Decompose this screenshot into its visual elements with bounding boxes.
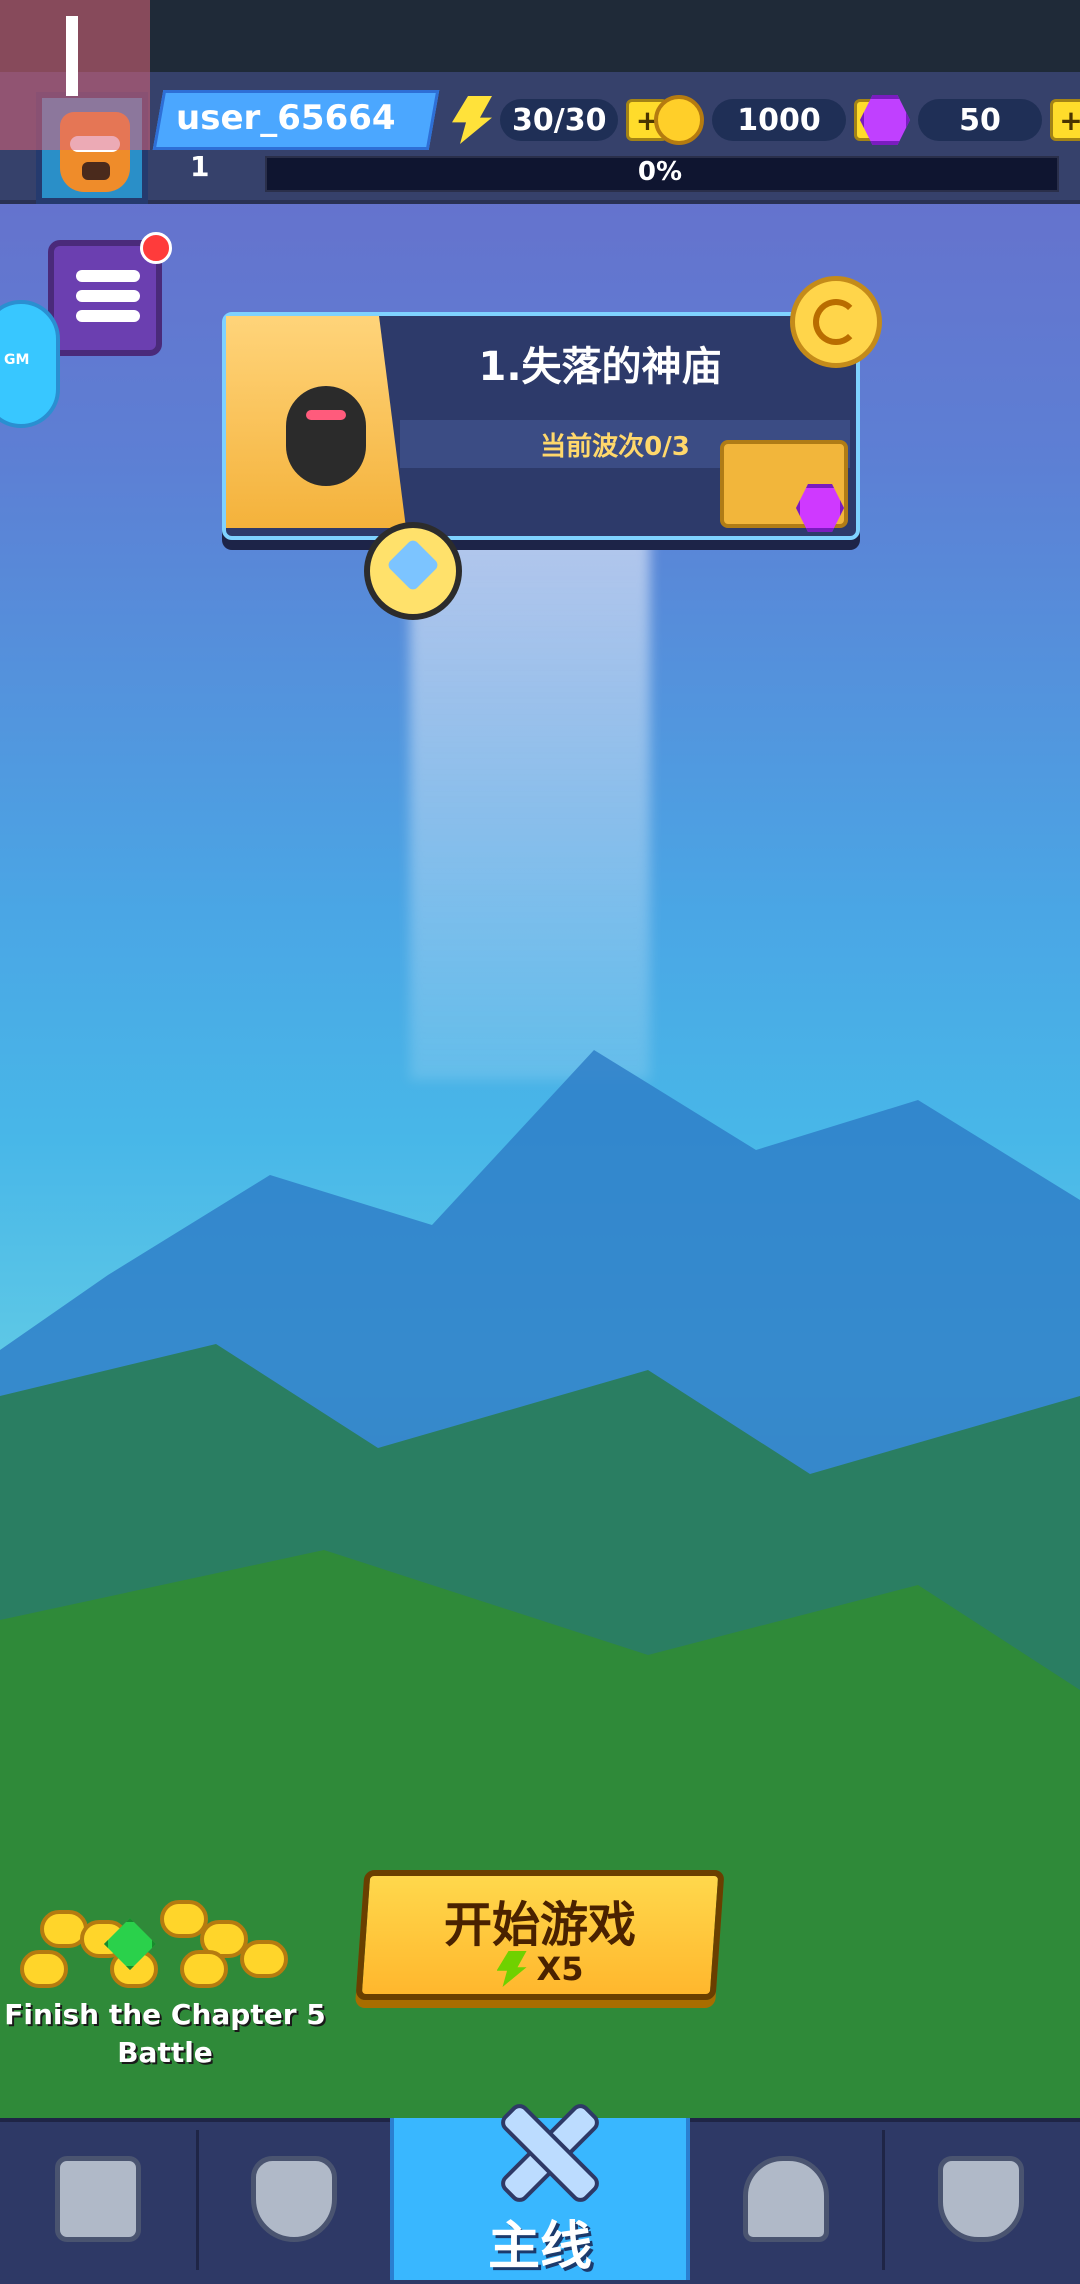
battle-medal-icon [364, 522, 462, 620]
dungeon-gate-icon [743, 2156, 829, 2242]
coin-icon [240, 1940, 288, 1978]
gm-label: GM [4, 352, 30, 368]
avatar-mouth-icon [82, 162, 110, 180]
refresh-button[interactable] [790, 276, 882, 368]
chest-icon [55, 2156, 141, 2242]
debug-marker [66, 16, 78, 96]
gem-counter: 50 + [860, 95, 1080, 145]
nav-main-label: 主线 [487, 2217, 592, 2277]
coin-icon [180, 1950, 228, 1988]
coin-value: 1000 [712, 99, 846, 141]
nav-tab-trophy[interactable] [882, 2118, 1080, 2280]
player-level: 1 [190, 150, 210, 183]
coin-icon [654, 95, 704, 145]
add-gems-button[interactable]: + [1050, 99, 1080, 141]
boss-portrait [226, 316, 406, 528]
chapter-reward-text: Finish the Chapter 5 Battle [4, 1998, 326, 2069]
username: user_65664 [176, 98, 396, 138]
nav-tab-chest[interactable] [0, 2118, 196, 2280]
refresh-icon [813, 299, 859, 345]
notification-dot [140, 232, 172, 264]
xp-percent: 0% [637, 157, 683, 187]
start-cost-label: X5 [536, 1950, 584, 1988]
gem-icon [860, 95, 910, 145]
start-game-label: 开始游戏 [443, 1897, 636, 1953]
shield-icon [251, 2156, 337, 2242]
energy-lightning-icon [452, 96, 492, 144]
gem-value: 50 [918, 99, 1042, 141]
energy-lightning-icon [496, 1951, 527, 1987]
trophy-icon [938, 2156, 1024, 2242]
boss-mask-icon [286, 386, 366, 486]
coin-icon [20, 1950, 68, 1988]
list-icon [76, 270, 140, 330]
status-strip [0, 0, 1080, 72]
crossed-swords-icon [490, 2094, 604, 2207]
nav-tab-dungeon[interactable] [690, 2118, 882, 2280]
nav-tab-shield[interactable] [196, 2118, 392, 2280]
energy-counter: 30/30 + [452, 96, 669, 144]
start-cost: X5 [360, 1950, 720, 1988]
energy-value: 30/30 [500, 99, 619, 141]
chapter-title: 1.失落的神庙 [478, 344, 722, 390]
